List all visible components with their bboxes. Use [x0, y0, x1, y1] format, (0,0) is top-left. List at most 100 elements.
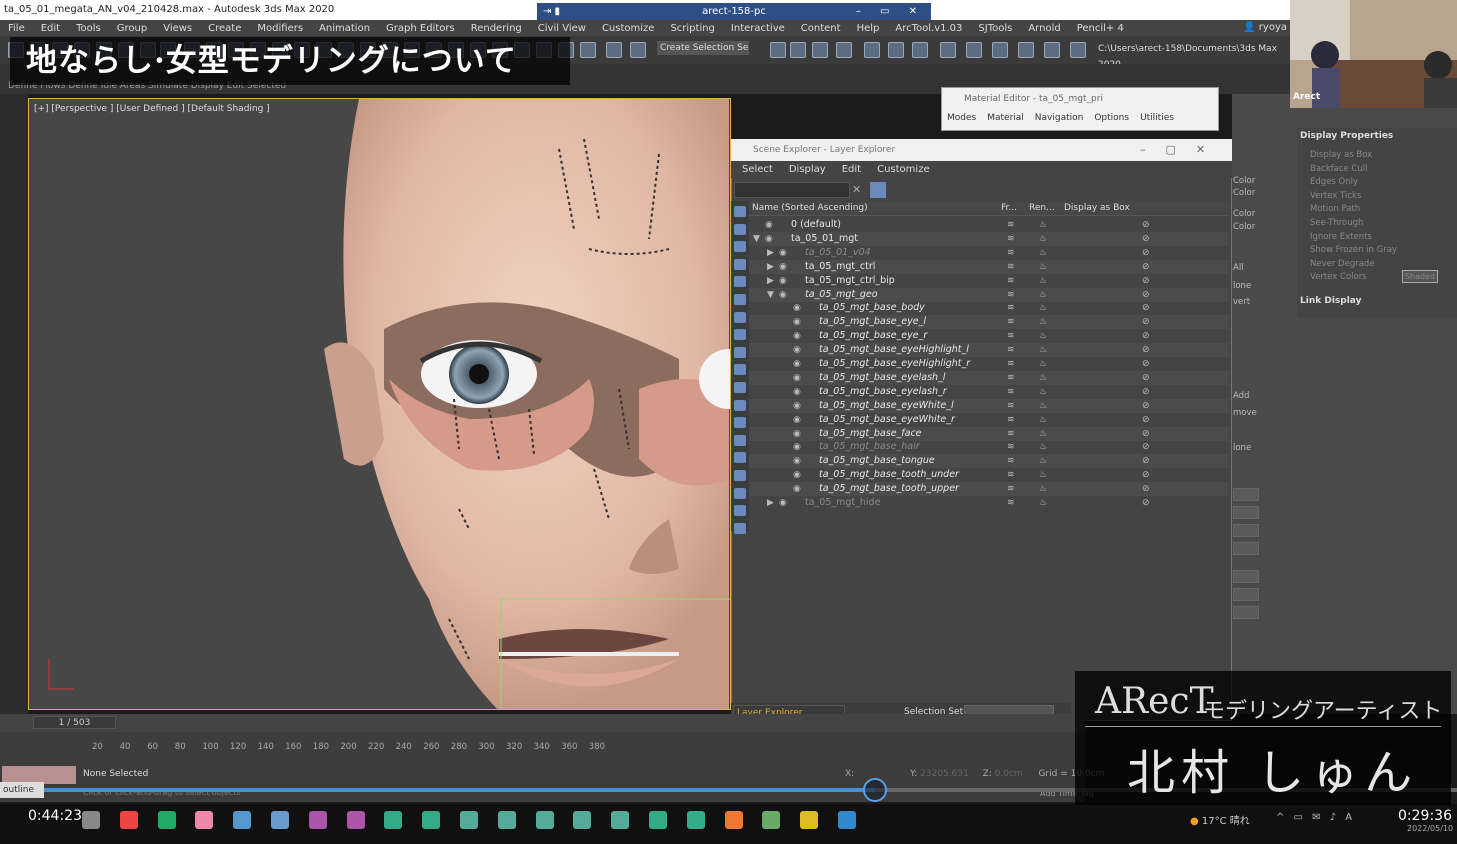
taskbar-app-icon[interactable]	[233, 811, 252, 829]
visibility-eye-icon[interactable]: ◉	[793, 343, 801, 357]
scene-explorer-tool-icon[interactable]	[734, 206, 746, 217]
visibility-eye-icon[interactable]: ◉	[793, 427, 801, 441]
toolbar-tool-icon[interactable]	[1070, 42, 1086, 58]
renderable-teapot-icon[interactable]: ♨	[1039, 246, 1047, 260]
scene-explorer-tool-icon[interactable]	[734, 505, 746, 517]
menu-item[interactable]: Graph Editors	[378, 23, 463, 34]
panel-button-label[interactable]: Color	[1233, 209, 1255, 219]
taskbar-app-icon[interactable]	[573, 811, 592, 829]
freeze-icon[interactable]: ≋	[1007, 315, 1015, 329]
menu-item[interactable]: Tools	[68, 23, 109, 34]
toolbar-tool-icon[interactable]	[888, 42, 904, 58]
taskbar-app-icon[interactable]	[649, 811, 667, 829]
freeze-icon[interactable]: ≋	[1007, 427, 1015, 441]
toolbar-tool-icon[interactable]	[630, 42, 646, 58]
taskbar-app-icon[interactable]	[724, 811, 743, 829]
visibility-eye-icon[interactable]: ◉	[765, 232, 773, 246]
scene-explorer-tool-icon[interactable]	[734, 311, 746, 323]
layer-row[interactable]: ◉ ta_05_mgt_base_tooth_upper ≋ ♨ ⊘	[749, 482, 1229, 497]
toolbar-tool-icon[interactable]	[940, 42, 956, 58]
layer-row[interactable]: ▶ ◉ ta_05_mgt_ctrl_bip ≋ ♨ ⊘	[749, 274, 1229, 288]
renderable-teapot-icon[interactable]: ♨	[1039, 427, 1047, 441]
taskbar-app-icon[interactable]	[686, 811, 705, 829]
scene-explorer-tool-icon[interactable]	[734, 382, 746, 393]
taskbar-app-icon[interactable]	[422, 811, 441, 829]
renderable-teapot-icon[interactable]: ♨	[1039, 301, 1047, 315]
taskbar-app-icon[interactable]	[762, 811, 781, 829]
visibility-eye-icon[interactable]: ◉	[793, 468, 801, 482]
toolbar-tool-icon[interactable]	[966, 42, 982, 58]
layer-row[interactable]: ◉ ta_05_mgt_base_body ≋ ♨ ⊘	[749, 301, 1229, 315]
video-progress-handle[interactable]	[863, 778, 887, 802]
material-editor-menu-item[interactable]: Modes	[947, 113, 976, 123]
column-header-cell[interactable]: Ren...	[1029, 203, 1055, 213]
weather-widget[interactable]: ● 17°C 晴れ	[1190, 812, 1250, 827]
taskbar-app-icon[interactable]	[611, 811, 630, 829]
taskbar-app-icon[interactable]	[800, 811, 819, 829]
visibility-eye-icon[interactable]: ◉	[793, 301, 801, 315]
panel-button[interactable]	[1233, 488, 1259, 501]
visibility-eye-icon[interactable]: ◉	[779, 246, 787, 260]
menu-item[interactable]: Modifiers	[249, 23, 311, 34]
layer-row[interactable]: ◉ ta_05_mgt_base_eyeWhite_l ≋ ♨ ⊘	[749, 398, 1229, 413]
display-as-box-icon[interactable]: ⊘	[1142, 218, 1150, 232]
panel-button-label[interactable]: Color	[1233, 176, 1255, 186]
scene-explorer-tool-icon[interactable]	[734, 487, 746, 499]
panel-button[interactable]	[1233, 506, 1259, 519]
layer-row[interactable]: ◉ ta_05_mgt_base_eye_l ≋ ♨ ⊘	[749, 315, 1229, 330]
layer-row[interactable]: ◉ ta_05_mgt_base_eyeHighlight_r ≋ ♨ ⊘	[749, 357, 1229, 371]
scene-explorer-tool-icon[interactable]	[734, 294, 746, 305]
panel-button-label[interactable]: vert	[1233, 297, 1250, 307]
panel-button-label[interactable]: lone	[1233, 443, 1251, 453]
user-account[interactable]: 👤 ryoya nonaka	[1215, 20, 1290, 49]
renderable-teapot-icon[interactable]: ♨	[1039, 315, 1047, 329]
column-header-cell[interactable]: Display as Box	[1064, 203, 1130, 213]
y-value[interactable]: 23205.631	[920, 769, 969, 779]
display-property-checkbox[interactable]: Motion Path	[1310, 204, 1360, 214]
panel-button-label[interactable]: All	[1233, 263, 1244, 273]
visibility-eye-icon[interactable]: ◉	[793, 399, 801, 413]
toolbar-tool-icon[interactable]	[992, 42, 1008, 58]
toolbar-tool-icon[interactable]	[864, 42, 880, 58]
menu-item[interactable]: Pencil+ 4	[1069, 23, 1132, 34]
scene-explorer-menu-item[interactable]: Select	[742, 161, 773, 178]
display-property-checkbox[interactable]: Vertex Ticks	[1310, 191, 1361, 201]
menu-item[interactable]: Civil View	[530, 23, 594, 34]
freeze-icon[interactable]: ≋	[1007, 413, 1015, 427]
toolbar-tool-icon[interactable]	[580, 42, 596, 58]
freeze-icon[interactable]: ≋	[1007, 496, 1015, 510]
visibility-eye-icon[interactable]: ◉	[793, 329, 801, 343]
toolbar-tool-icon[interactable]	[770, 42, 786, 58]
freeze-icon[interactable]: ≋	[1007, 246, 1015, 260]
freeze-icon[interactable]: ≋	[1007, 482, 1015, 496]
layer-row[interactable]: ◉ ta_05_mgt_base_hair ≋ ♨ ⊘	[749, 440, 1229, 454]
display-as-box-icon[interactable]: ⊘	[1142, 274, 1150, 288]
material-editor-menu-item[interactable]: Options	[1094, 113, 1129, 123]
display-as-box-icon[interactable]: ⊘	[1142, 385, 1150, 399]
layer-row[interactable]: ◉ ta_05_mgt_base_eyelash_l ≋ ♨ ⊘	[749, 370, 1229, 385]
display-property-checkbox[interactable]: Display as Box	[1310, 150, 1372, 160]
visibility-eye-icon[interactable]: ◉	[793, 371, 801, 385]
freeze-icon[interactable]: ≋	[1007, 274, 1015, 288]
display-as-box-icon[interactable]: ⊘	[1142, 468, 1150, 482]
panel-button-label[interactable]: move	[1233, 408, 1257, 418]
display-as-box-icon[interactable]: ⊘	[1142, 399, 1150, 413]
panel-button[interactable]	[1233, 570, 1259, 583]
freeze-icon[interactable]: ≋	[1007, 232, 1015, 246]
display-property-checkbox[interactable]: Edges Only	[1310, 177, 1358, 187]
selection-set-dropdown[interactable]: Create Selection Se	[657, 41, 749, 55]
scene-explorer-tool-icon[interactable]	[734, 452, 746, 464]
panel-button-label[interactable]: Color	[1233, 188, 1255, 198]
menu-item[interactable]: ArcTool.v1.03	[887, 23, 970, 34]
visibility-eye-icon[interactable]: ◉	[793, 385, 801, 399]
menu-item[interactable]: Scripting	[662, 23, 722, 34]
freeze-icon[interactable]: ≋	[1007, 343, 1015, 357]
display-property-checkbox[interactable]: Vertex Colors	[1310, 272, 1367, 282]
display-as-box-icon[interactable]: ⊘	[1142, 301, 1150, 315]
renderable-teapot-icon[interactable]: ♨	[1039, 468, 1047, 482]
taskbar-app-icon[interactable]	[82, 811, 100, 829]
layer-row[interactable]: ◉ ta_05_mgt_base_eyeWhite_r ≋ ♨ ⊘	[749, 413, 1229, 427]
expand-icon[interactable]: ▶	[767, 246, 774, 260]
layer-row[interactable]: ◉ ta_05_mgt_base_eyeHighlight_l ≋ ♨ ⊘	[749, 343, 1229, 358]
menu-item[interactable]: Rendering	[463, 23, 530, 34]
